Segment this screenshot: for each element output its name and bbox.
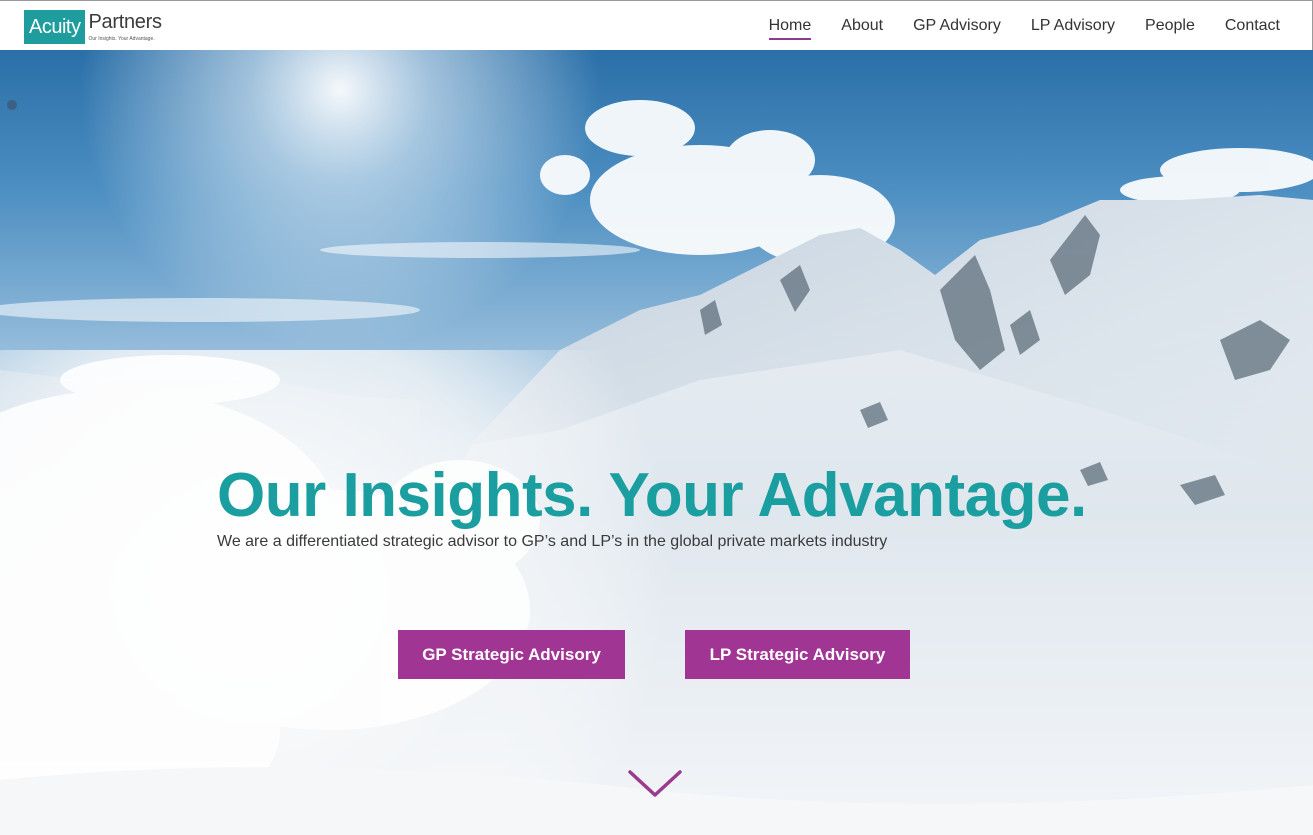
hero-subline: We are a differentiated strategic adviso… bbox=[217, 533, 888, 550]
hero-headline: Our Insights. Your Advantage. bbox=[217, 461, 1087, 530]
site-header: Acuity Partners Our Insights. Your Advan… bbox=[0, 0, 1313, 50]
gp-strategic-advisory-button[interactable]: GP Strategic Advisory bbox=[398, 630, 625, 679]
nav-home[interactable]: Home bbox=[768, 16, 811, 40]
nav-contact[interactable]: Contact bbox=[1225, 16, 1280, 36]
hero-section: Our Insights. Your Advantage. We are a d… bbox=[0, 50, 1313, 835]
scroll-down-button[interactable] bbox=[627, 769, 683, 799]
nav-people[interactable]: People bbox=[1145, 16, 1195, 36]
logo-tagline: Our Insights. Your Advantage. bbox=[88, 36, 155, 42]
logo-box-text: Acuity bbox=[29, 15, 81, 38]
chevron-down-icon bbox=[628, 770, 682, 797]
nav-gp-advisory[interactable]: GP Advisory bbox=[913, 16, 1001, 36]
main-nav: Home About GP Advisory LP Advisory Peopl… bbox=[739, 1, 1280, 51]
snowy-mountain-background bbox=[0, 50, 1313, 835]
logo-box: Acuity bbox=[24, 10, 86, 44]
nav-about[interactable]: About bbox=[841, 16, 883, 36]
acuity-partners-logo[interactable]: Acuity Partners Our Insights. Your Advan… bbox=[24, 10, 162, 44]
logo-word: Partners bbox=[88, 11, 162, 33]
nav-lp-advisory[interactable]: LP Advisory bbox=[1031, 16, 1115, 36]
logo-text-group: Partners Our Insights. Your Advantage. bbox=[88, 10, 161, 42]
lp-strategic-advisory-button[interactable]: LP Strategic Advisory bbox=[685, 630, 910, 679]
